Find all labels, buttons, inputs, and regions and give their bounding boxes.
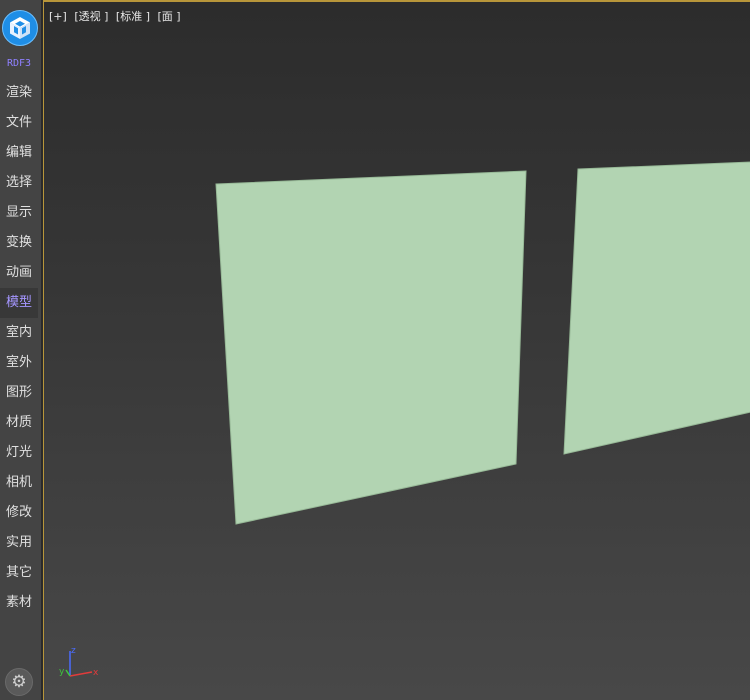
- plane-object-right[interactable]: [563, 161, 750, 455]
- sidebar-item-animation[interactable]: 动画: [0, 258, 38, 288]
- sidebar-item-interior[interactable]: 室内: [0, 318, 38, 348]
- axis-x-label: x: [93, 668, 99, 678]
- sidebar-item-utilities[interactable]: 实用: [0, 528, 38, 558]
- sidebar-item-model[interactable]: 模型: [0, 288, 38, 318]
- sidebar-item-shapes[interactable]: 图形: [0, 378, 38, 408]
- sidebar: RDF3 渲染 文件 编辑 选择 显示 变换 动画 模型 室内 室外 图形 材质…: [0, 0, 42, 700]
- perspective-viewport[interactable]: [+] [透视 ] [标准 ] [面 ] z x y: [43, 0, 750, 700]
- axis-y-label: y: [59, 667, 65, 677]
- sidebar-item-assets[interactable]: 素材: [0, 588, 38, 618]
- brand-label: RDF3: [6, 58, 32, 69]
- sidebar-item-modify[interactable]: 修改: [0, 498, 38, 528]
- sidebar-item-file[interactable]: 文件: [0, 108, 38, 138]
- plane-object-left[interactable]: [215, 170, 527, 525]
- sidebar-item-exterior[interactable]: 室外: [0, 348, 38, 378]
- cube-logo-icon[interactable]: [2, 10, 38, 46]
- sidebar-item-select[interactable]: 选择: [0, 168, 38, 198]
- app-window: RDF3 渲染 文件 编辑 选择 显示 变换 动画 模型 室内 室外 图形 材质…: [0, 0, 750, 700]
- sidebar-item-edit[interactable]: 编辑: [0, 138, 38, 168]
- scene-canvas: [215, 161, 750, 525]
- sidebar-item-transform[interactable]: 变换: [0, 228, 38, 258]
- sidebar-item-other[interactable]: 其它: [0, 558, 38, 588]
- sidebar-item-display[interactable]: 显示: [0, 198, 38, 228]
- sidebar-item-material[interactable]: 材质: [0, 408, 38, 438]
- axis-z-label: z: [71, 646, 76, 656]
- sidebar-item-camera[interactable]: 相机: [0, 468, 38, 498]
- sidebar-menu: 渲染 文件 编辑 选择 显示 变换 动画 模型 室内 室外 图形 材质 灯光 相…: [0, 78, 38, 618]
- gear-icon[interactable]: ⚙: [5, 668, 33, 696]
- axis-gizmo: z x y: [59, 646, 99, 678]
- sidebar-item-lights[interactable]: 灯光: [0, 438, 38, 468]
- sidebar-item-render[interactable]: 渲染: [0, 78, 38, 108]
